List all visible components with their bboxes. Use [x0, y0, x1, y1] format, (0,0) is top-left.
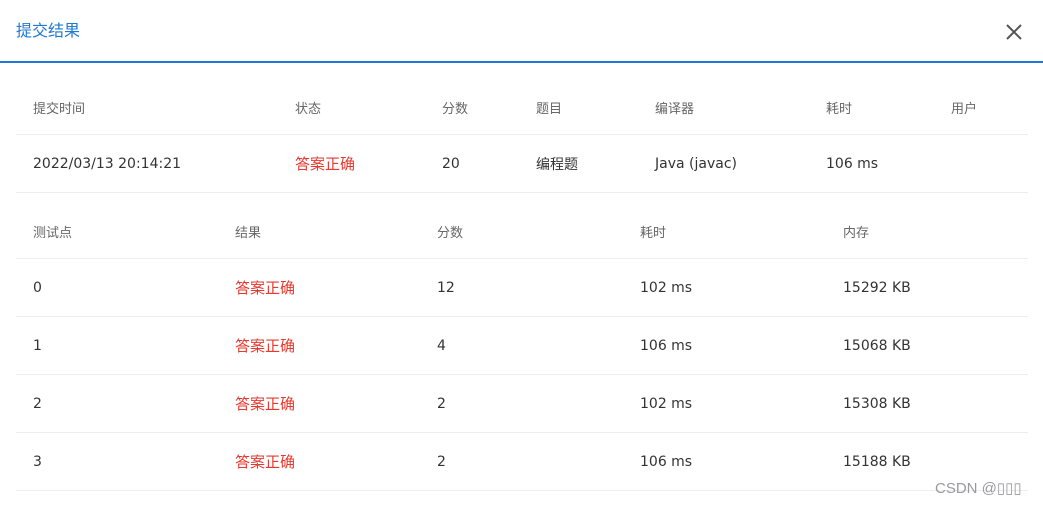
summary-row: 2022/03/13 20:14:21 答案正确 20 编程题 Java (ja…: [16, 135, 1028, 193]
testcase-memory: 15068 KB: [843, 337, 911, 354]
dialog-title: 提交结果: [16, 21, 81, 40]
header-testcase: 测试点: [33, 225, 73, 241]
header-elapsed: 耗时: [826, 101, 853, 117]
table-row: 3 答案正确 2 106 ms 15188 KB: [16, 433, 1028, 491]
testcase-score: 4: [437, 337, 446, 354]
testcase-memory: 15292 KB: [843, 279, 911, 296]
testcase-result: 答案正确: [235, 279, 296, 297]
testcase-time: 106 ms: [640, 337, 693, 354]
testcase-id: 2: [33, 395, 42, 412]
testcase-memory: 15308 KB: [843, 395, 911, 412]
compiler-name: Java (javac): [655, 155, 737, 172]
testcase-score: 2: [437, 395, 446, 412]
status-accepted: 答案正确: [295, 155, 356, 173]
header-score: 分数: [442, 101, 469, 117]
watermark: CSDN @▯▯▯: [935, 480, 1022, 497]
header-status: 状态: [295, 101, 322, 117]
elapsed-time: 106 ms: [826, 155, 879, 172]
testcase-table: 测试点 结果 分数 耗时 内存 0 答案正确 12 102 ms 15292 K…: [16, 204, 1028, 491]
table-row: 2 答案正确 2 102 ms 15308 KB: [16, 375, 1028, 433]
testcase-id: 3: [33, 453, 42, 470]
header-compiler: 编译器: [655, 101, 695, 117]
testcase-result: 答案正确: [235, 395, 296, 413]
testcase-header-row: 测试点 结果 分数 耗时 内存: [16, 204, 1028, 259]
problem-name: 编程题: [536, 156, 578, 173]
submission-summary-table: 提交时间 状态 分数 题目 编译器 耗时 用户 2022/03/13 20:14…: [16, 80, 1028, 193]
submit-time: 2022/03/13 20:14:21: [33, 155, 182, 172]
header-score: 分数: [437, 225, 464, 241]
header-result: 结果: [235, 225, 262, 241]
testcase-time: 106 ms: [640, 453, 693, 470]
header-problem: 题目: [536, 101, 563, 117]
total-score: 20: [442, 155, 460, 172]
testcase-time: 102 ms: [640, 279, 693, 296]
testcase-score: 2: [437, 453, 446, 470]
testcase-time: 102 ms: [640, 395, 693, 412]
testcase-memory: 15188 KB: [843, 453, 911, 470]
header-submit-time: 提交时间: [33, 101, 86, 117]
testcase-result: 答案正确: [235, 337, 296, 355]
summary-header-row: 提交时间 状态 分数 题目 编译器 耗时 用户: [16, 80, 1028, 135]
close-button[interactable]: [1000, 18, 1028, 46]
table-row: 0 答案正确 12 102 ms 15292 KB: [16, 259, 1028, 317]
table-row: 1 答案正确 4 106 ms 15068 KB: [16, 317, 1028, 375]
header-time: 耗时: [640, 225, 667, 241]
testcase-result: 答案正确: [235, 453, 296, 471]
dialog-header: 提交结果: [0, 0, 1043, 63]
header-memory: 内存: [843, 225, 870, 241]
testcase-id: 0: [33, 279, 42, 296]
testcase-score: 12: [437, 279, 455, 296]
close-icon: [1006, 24, 1022, 40]
header-user: 用户: [951, 101, 978, 117]
testcase-id: 1: [33, 337, 42, 354]
